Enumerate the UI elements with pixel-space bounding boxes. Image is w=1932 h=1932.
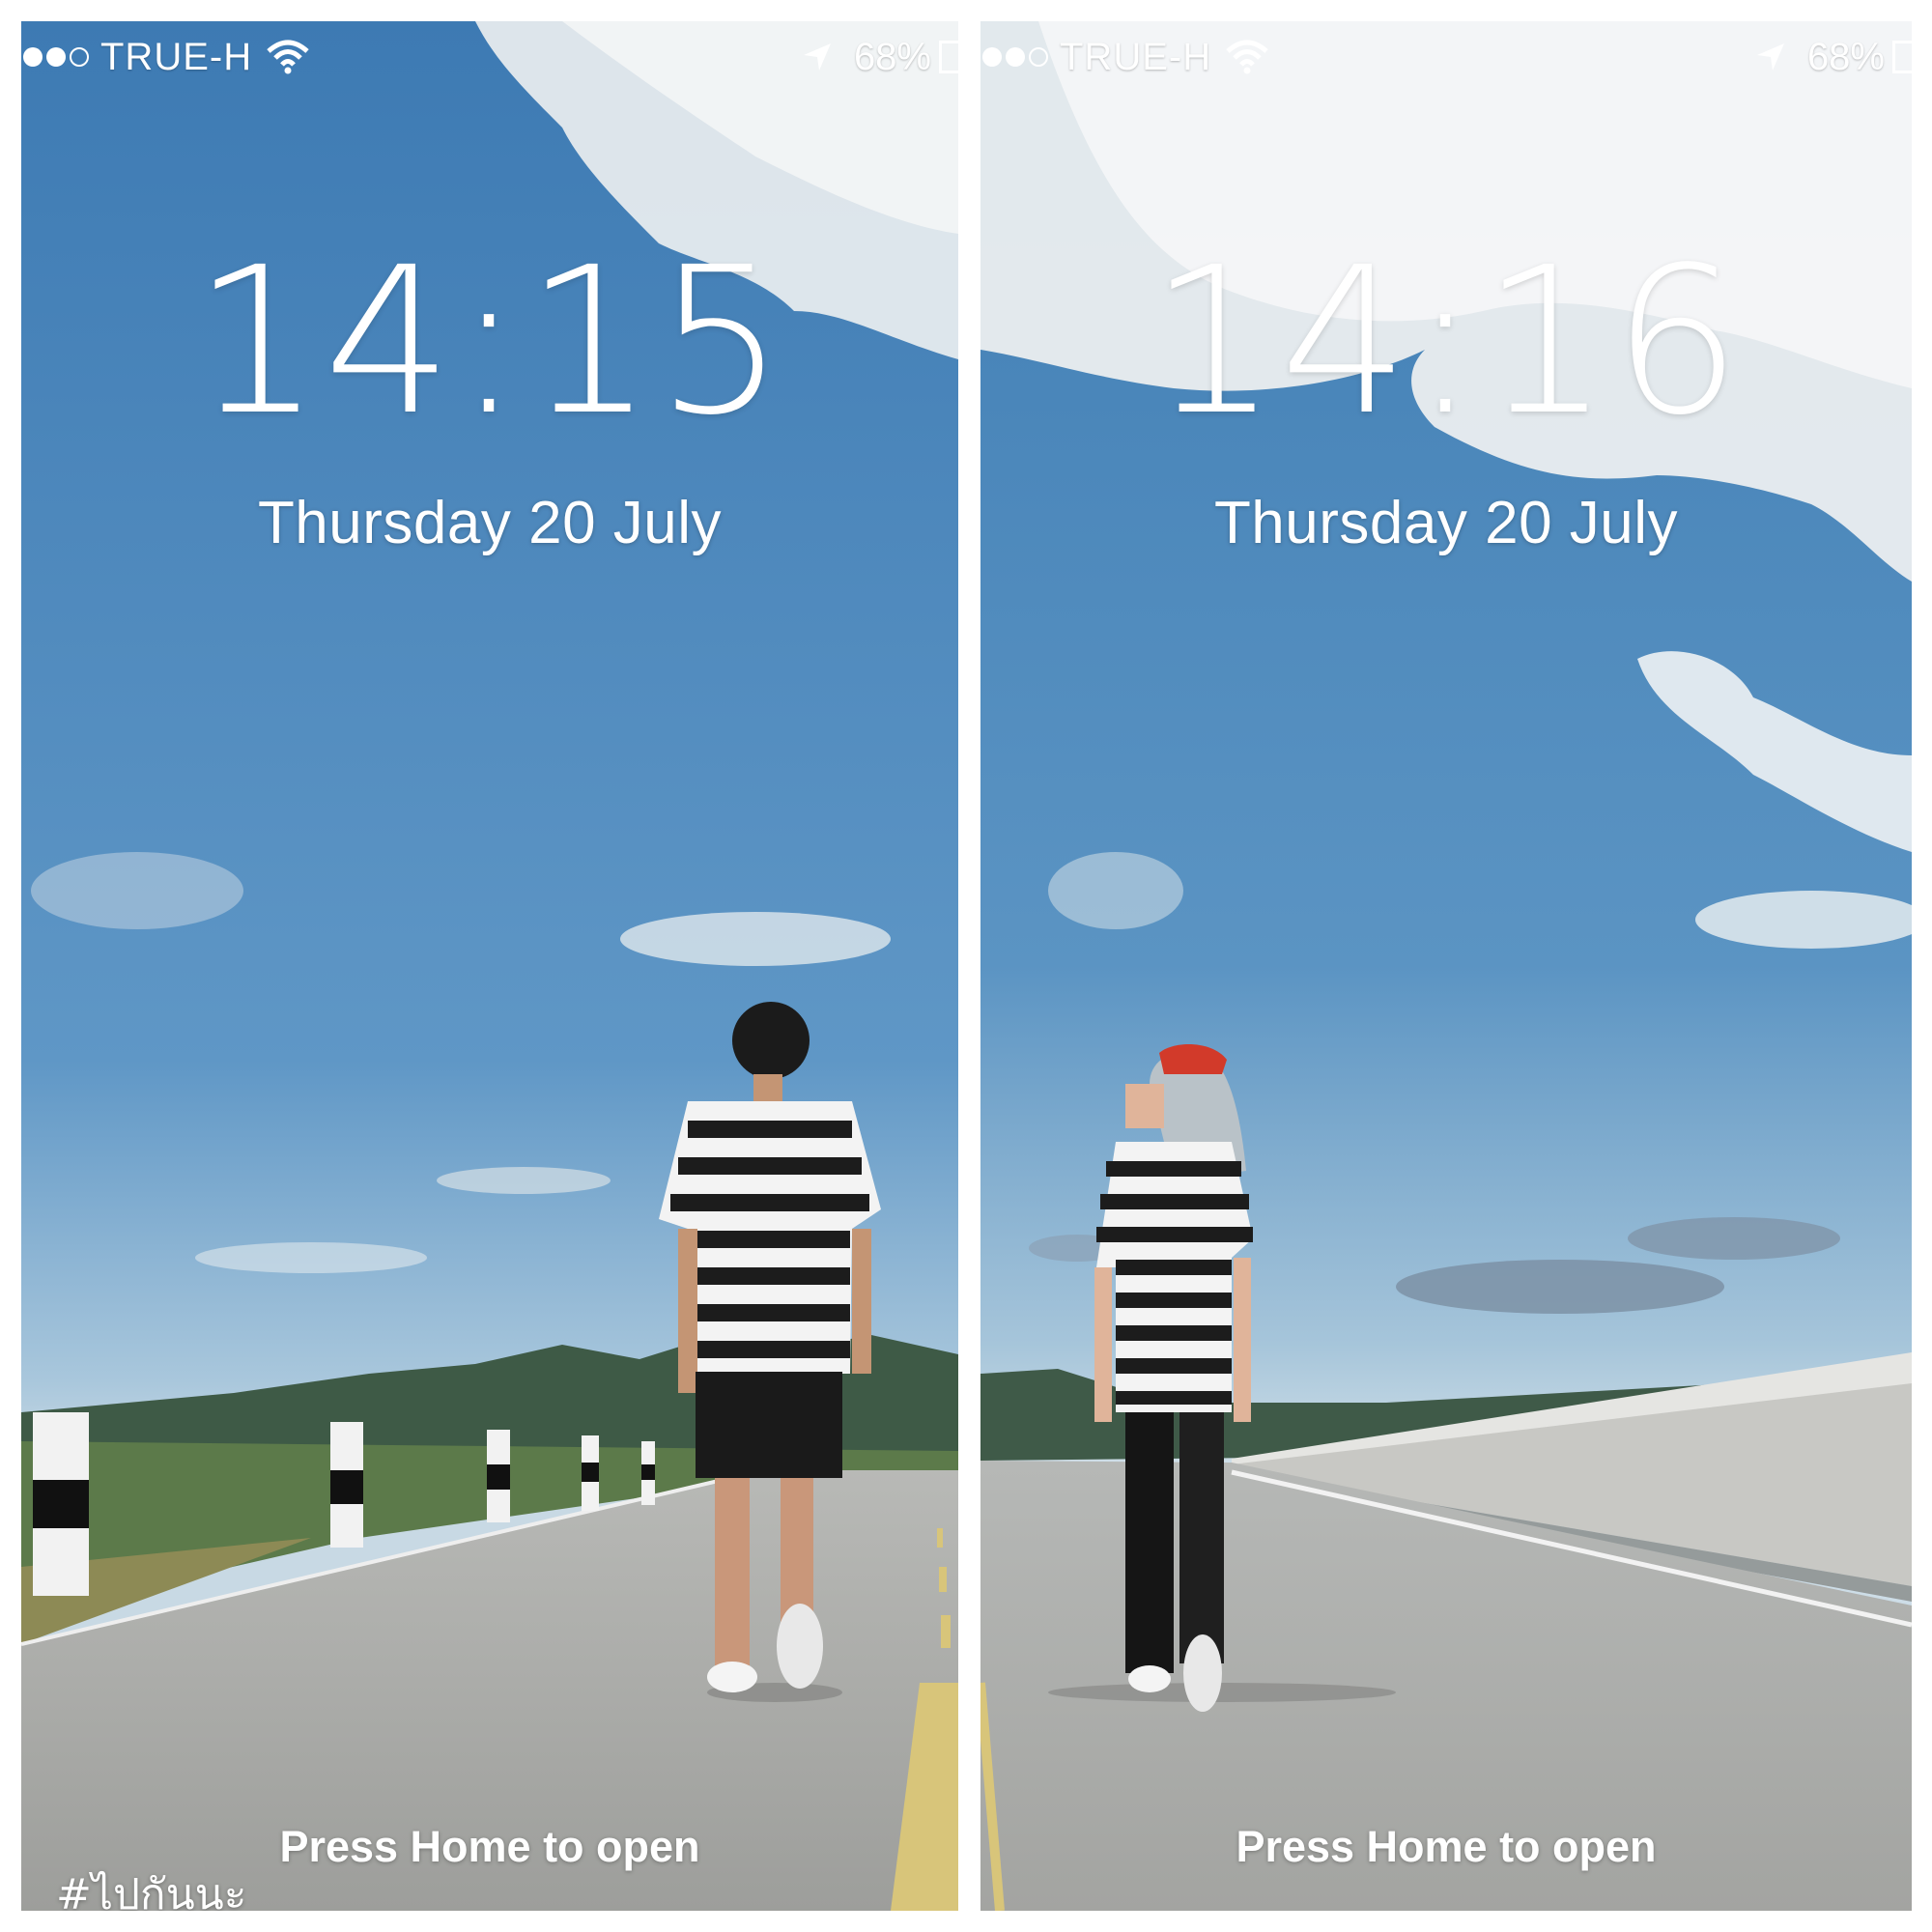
lock-date: Thursday 20 July	[257, 490, 723, 556]
status-bar: TRUE-H 68%	[980, 21, 1912, 93]
status-right: 68%	[802, 21, 958, 93]
battery-icon	[939, 41, 958, 73]
battery-percentage: 68%	[1806, 36, 1885, 78]
lock-date: Thursday 20 July	[1213, 490, 1679, 556]
status-bar: TRUE-H 68%	[21, 21, 958, 93]
lock-screen-left: TRUE-H 68% 14:15 Thursday 20 July Press …	[21, 21, 958, 1911]
signal-strength: TRUE-H	[982, 21, 1269, 93]
location-arrow-icon	[1756, 43, 1784, 71]
hashtag-watermark: #ไปกันนะ	[56, 1870, 247, 1911]
signal-dots-icon	[982, 47, 1002, 67]
lock-clock: 14:16	[1149, 223, 1744, 460]
press-home-hint[interactable]: Press Home to open	[980, 1822, 1912, 1872]
location-arrow-icon	[803, 43, 831, 71]
signal-strength: TRUE-H	[23, 21, 310, 93]
battery-percentage: 68%	[853, 36, 931, 78]
carrier-name: TRUE-H	[1060, 36, 1212, 78]
battery-icon	[1892, 41, 1912, 73]
lock-clock: 14:15	[192, 223, 787, 460]
wifi-icon	[267, 40, 309, 74]
signal-dots-icon	[23, 47, 43, 67]
wifi-icon	[1226, 40, 1268, 74]
carrier-name: TRUE-H	[100, 36, 253, 78]
status-right: 68%	[1755, 21, 1912, 93]
lock-screen-right: TRUE-H 68% 14:16 Thursday 20 July Press …	[980, 21, 1912, 1911]
